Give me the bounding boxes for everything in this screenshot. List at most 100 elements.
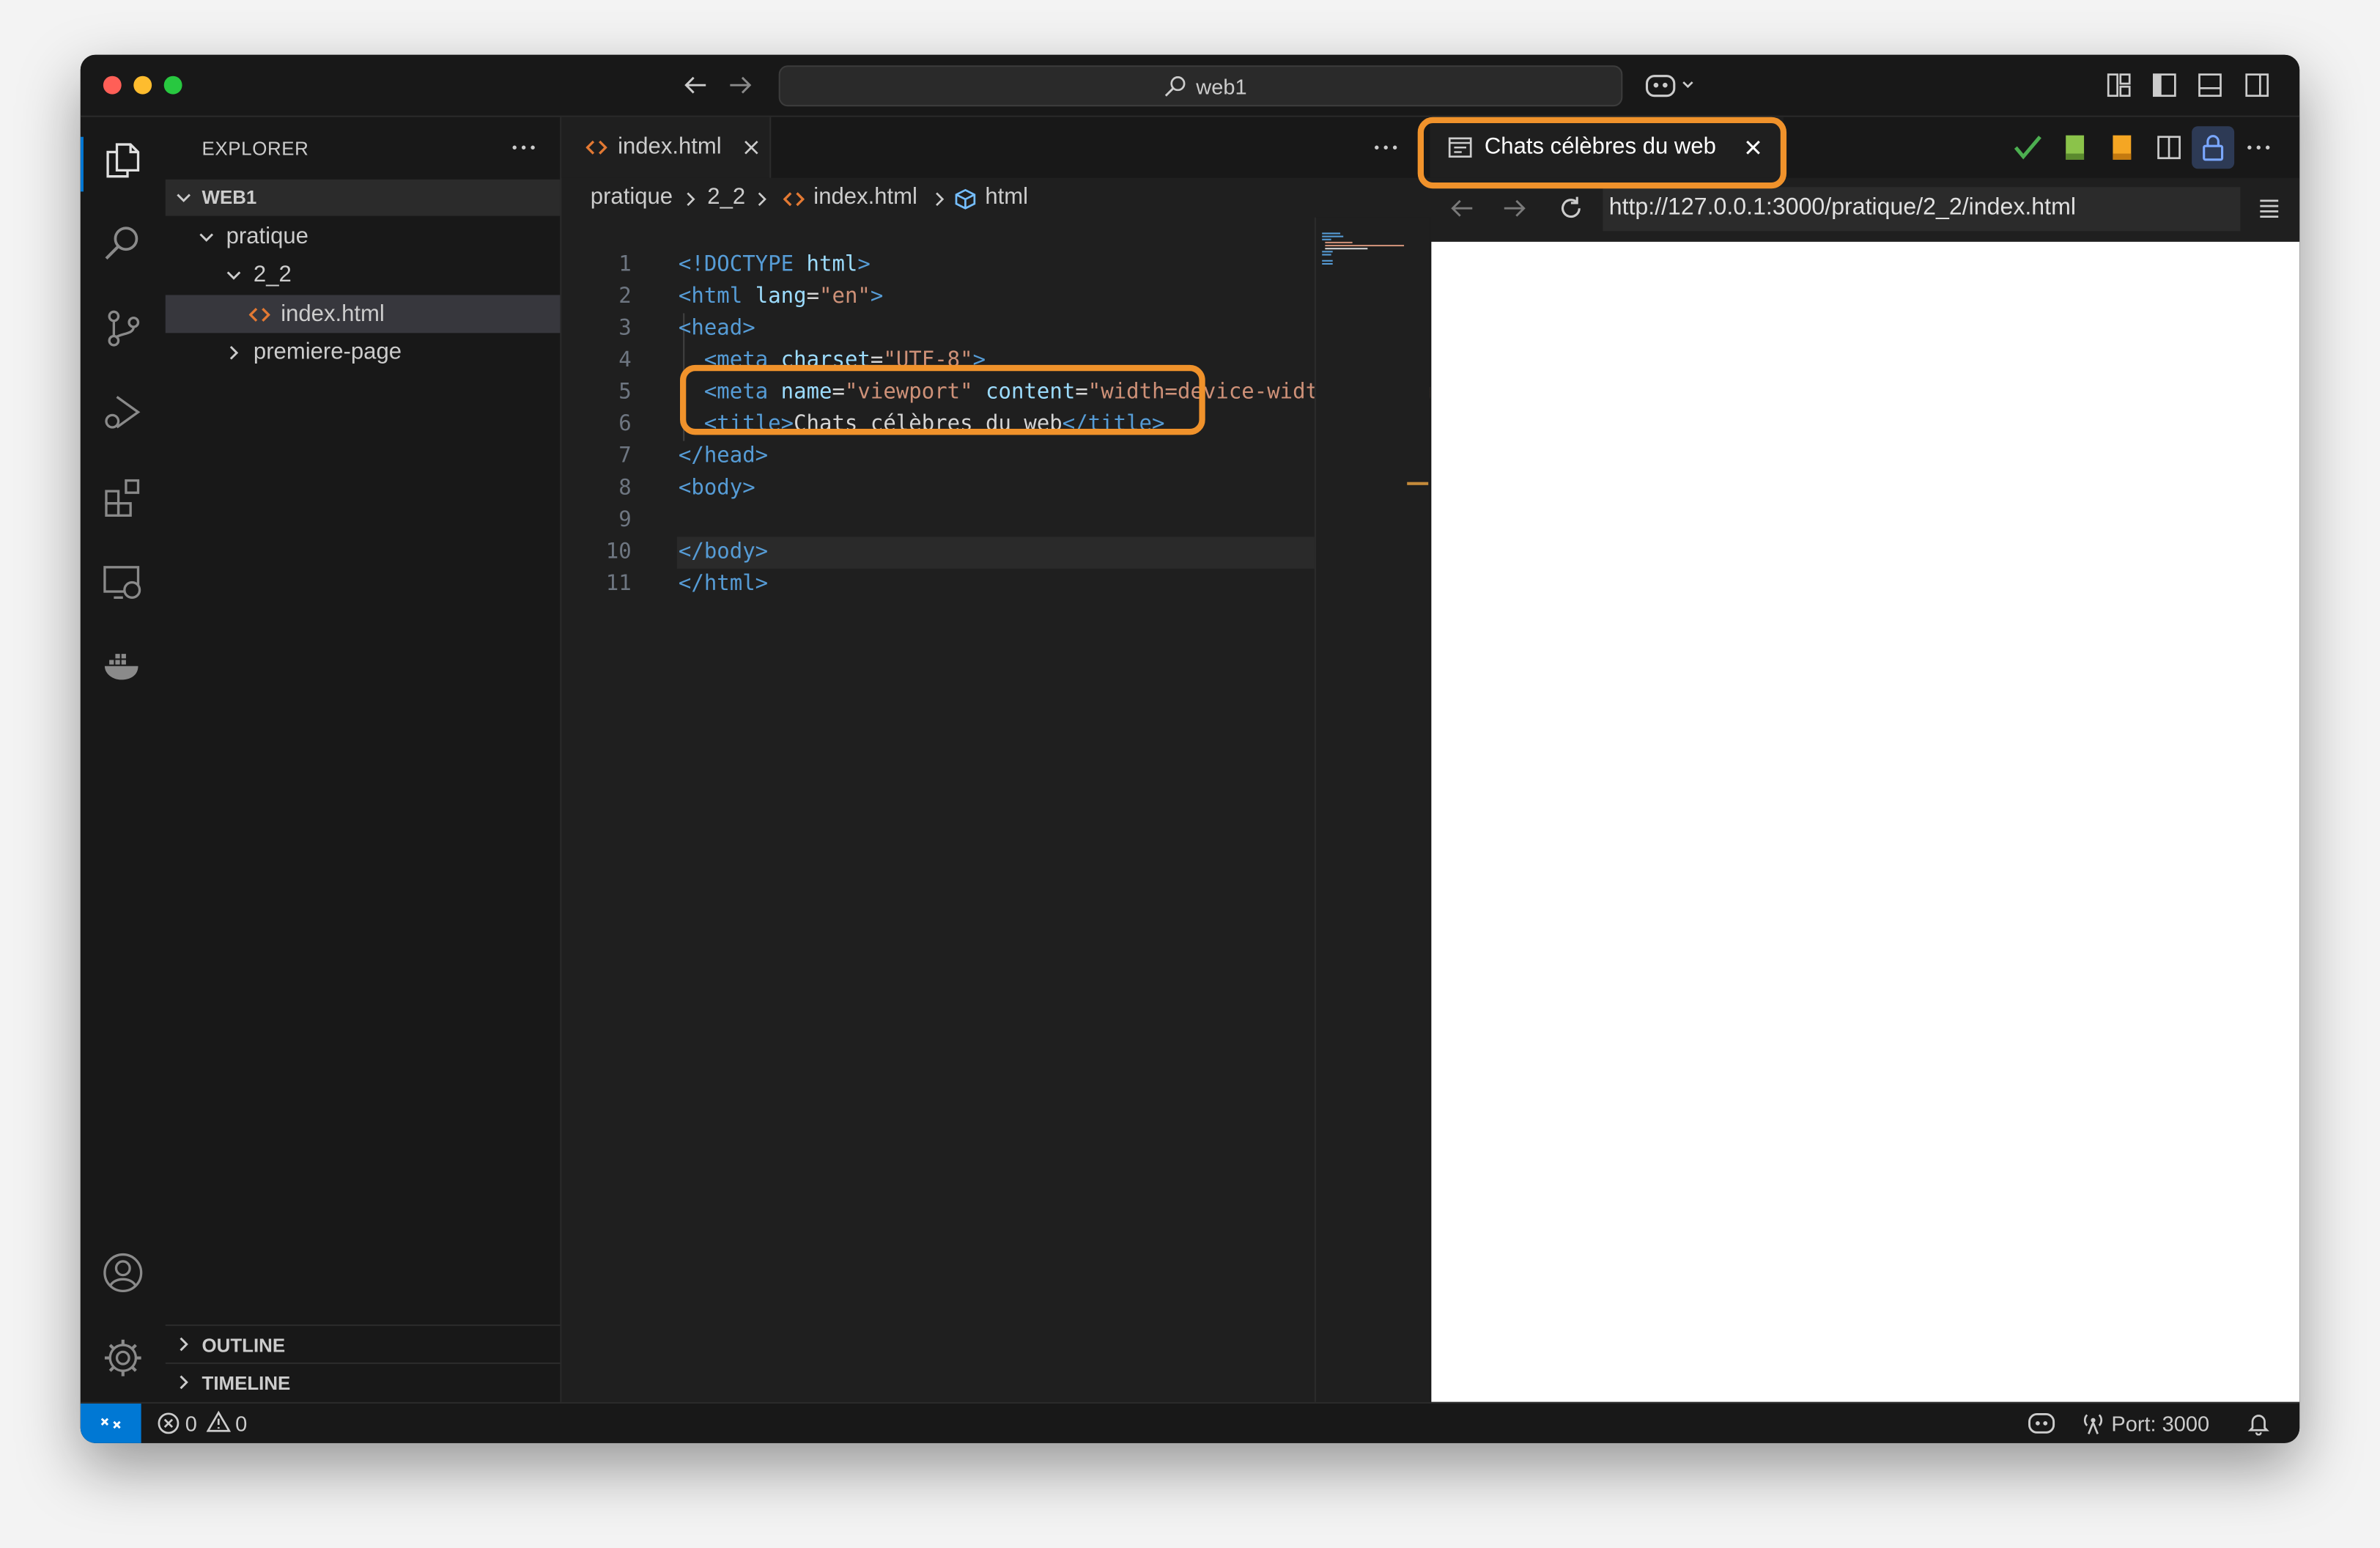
- tree-item-label: premiere-page: [253, 339, 402, 365]
- browser-preview-group: Chats célèbres du web http://127.0.0.1:3…: [1417, 117, 2300, 1402]
- manage-gear-icon[interactable]: [102, 1337, 144, 1379]
- remote-icon: [99, 1411, 123, 1435]
- accounts-icon[interactable]: [102, 1251, 144, 1294]
- remote-indicator[interactable]: [80, 1403, 141, 1443]
- editor-more-actions-icon[interactable]: [1371, 136, 1401, 160]
- copilot-icon[interactable]: [1644, 70, 1699, 100]
- lock-icon: [2201, 134, 2225, 161]
- breadcrumb: pratique 2_2 index.html html: [561, 178, 1430, 218]
- code-line: 3 <head>: [561, 281, 1314, 341]
- error-icon[interactable]: [156, 1411, 180, 1435]
- breadcrumb-item[interactable]: html: [985, 184, 1028, 210]
- timeline-label: TIMELINE: [202, 1373, 291, 1395]
- minimap[interactable]: [1314, 217, 1430, 1402]
- breadcrumb-item[interactable]: 2_2: [707, 184, 745, 210]
- html-file-icon: [783, 190, 805, 208]
- tree-item-label: index.html: [281, 301, 385, 328]
- preview-menu-icon[interactable]: [2257, 198, 2281, 219]
- zoom-window-button[interactable]: [163, 75, 182, 95]
- toggle-panel-icon[interactable]: [2196, 72, 2223, 99]
- chevron-right-icon: [174, 1373, 193, 1391]
- code-line: 1 <!DOCTYPE html>: [561, 218, 1314, 276]
- run-debug-icon[interactable]: [102, 391, 144, 433]
- source-control-icon[interactable]: [102, 307, 144, 350]
- symbol-element-icon: [953, 187, 978, 211]
- preview-page-content[interactable]: [1431, 241, 2300, 1402]
- notifications-bell-icon[interactable]: [2247, 1411, 2271, 1436]
- active-view-indicator: [80, 136, 84, 192]
- close-tab-icon[interactable]: [742, 139, 761, 157]
- warning-icon[interactable]: [206, 1409, 231, 1434]
- extensions-icon[interactable]: [102, 476, 144, 518]
- more-actions-icon[interactable]: [509, 136, 539, 160]
- command-center-search[interactable]: web1: [778, 65, 1623, 107]
- reload-icon[interactable]: [1557, 195, 1584, 222]
- code-line: 4 <meta charset="UTF-8">: [561, 313, 1314, 372]
- tree-item-2-2[interactable]: 2_2: [166, 256, 561, 294]
- workspace-folder-row[interactable]: WEB1: [165, 179, 561, 216]
- tree-item-label: 2_2: [253, 261, 292, 288]
- minimap-preview: [1322, 232, 1425, 272]
- workspace-label: WEB1: [202, 187, 257, 209]
- sidebar-title: EXPLORER: [202, 138, 309, 160]
- check-icon[interactable]: [2013, 134, 2043, 161]
- toggle-secondary-sidebar-icon[interactable]: [2244, 72, 2271, 99]
- code-line: 10 </body>: [561, 505, 1314, 564]
- code-line-text: </html>: [678, 572, 769, 597]
- explorer-icon[interactable]: [102, 139, 144, 181]
- search-view-icon[interactable]: [102, 222, 144, 265]
- chevron-right-icon: [755, 190, 770, 208]
- vscode-window: web1 EXPLORER WEB1 pratique 2_2 index.ht…: [80, 54, 2300, 1443]
- chevron-right-icon: [174, 1335, 193, 1354]
- tree-item-index-html[interactable]: index.html: [165, 295, 561, 333]
- remote-explorer-icon[interactable]: [102, 561, 144, 604]
- warning-count[interactable]: 0: [235, 1411, 247, 1435]
- customize-layout-icon[interactable]: [2105, 72, 2132, 99]
- nav-forward-icon[interactable]: [727, 73, 754, 97]
- chevron-right-icon: [683, 190, 698, 208]
- editor-tab-bar: index.html: [561, 117, 1430, 178]
- browser-back-icon[interactable]: [1448, 196, 1475, 221]
- live-server-port[interactable]: Port: 3000: [2111, 1411, 2209, 1435]
- nav-back-icon[interactable]: [681, 73, 709, 97]
- chevron-down-icon: [197, 228, 215, 246]
- preview-more-actions-icon[interactable]: [2244, 136, 2274, 160]
- green-book-icon[interactable]: [2063, 134, 2087, 161]
- lock-button[interactable]: [2192, 126, 2235, 169]
- orange-book-icon[interactable]: [2110, 134, 2134, 161]
- toggle-primary-sidebar-icon[interactable]: [2151, 72, 2178, 99]
- html-file-icon: [248, 306, 270, 324]
- code-line: 2 <html lang="en">: [561, 249, 1314, 309]
- chevron-right-icon: [225, 344, 243, 362]
- split-editor-icon[interactable]: [2155, 134, 2182, 161]
- copilot-status-icon[interactable]: [2026, 1409, 2056, 1437]
- docker-icon[interactable]: [102, 645, 144, 688]
- title-line-highlight: [680, 364, 1205, 435]
- error-count[interactable]: 0: [185, 1411, 197, 1435]
- title-bar: web1: [80, 54, 2300, 117]
- tab-index-html[interactable]: index.html: [561, 117, 772, 178]
- outline-section-header[interactable]: OUTLINE: [165, 1324, 561, 1363]
- editor-group: index.html pratique 2_2 index.html html: [561, 117, 1600, 1402]
- command-center-label: web1: [1196, 74, 1247, 99]
- search-icon: [1163, 75, 1187, 99]
- explorer-sidebar: EXPLORER WEB1 pratique 2_2 index.html pr…: [165, 117, 562, 1402]
- code-line: 8 <body>: [561, 441, 1314, 500]
- chevron-down-icon: [225, 266, 243, 284]
- timeline-section-header[interactable]: TIMELINE: [165, 1362, 561, 1401]
- broadcast-icon[interactable]: [2081, 1411, 2105, 1435]
- breadcrumb-item[interactable]: pratique: [591, 184, 673, 210]
- breadcrumb-item[interactable]: index.html: [813, 184, 917, 210]
- status-bar: 0 0 Port: 3000: [80, 1401, 2300, 1443]
- tree-item-pratique[interactable]: pratique: [166, 218, 561, 256]
- code-line: 11 </html>: [561, 537, 1314, 596]
- chevron-right-icon: [932, 190, 947, 208]
- minimize-window-button[interactable]: [133, 75, 152, 95]
- minimap-marker: [1407, 482, 1429, 485]
- close-window-button[interactable]: [103, 75, 122, 95]
- tree-item-label: pratique: [226, 223, 308, 250]
- tree-item-premiere-page[interactable]: premiere-page: [166, 333, 561, 371]
- code-line: 9: [618, 507, 632, 533]
- url-input[interactable]: http://127.0.0.1:3000/pratique/2_2/index…: [1603, 187, 2241, 232]
- browser-forward-icon[interactable]: [1501, 196, 1529, 221]
